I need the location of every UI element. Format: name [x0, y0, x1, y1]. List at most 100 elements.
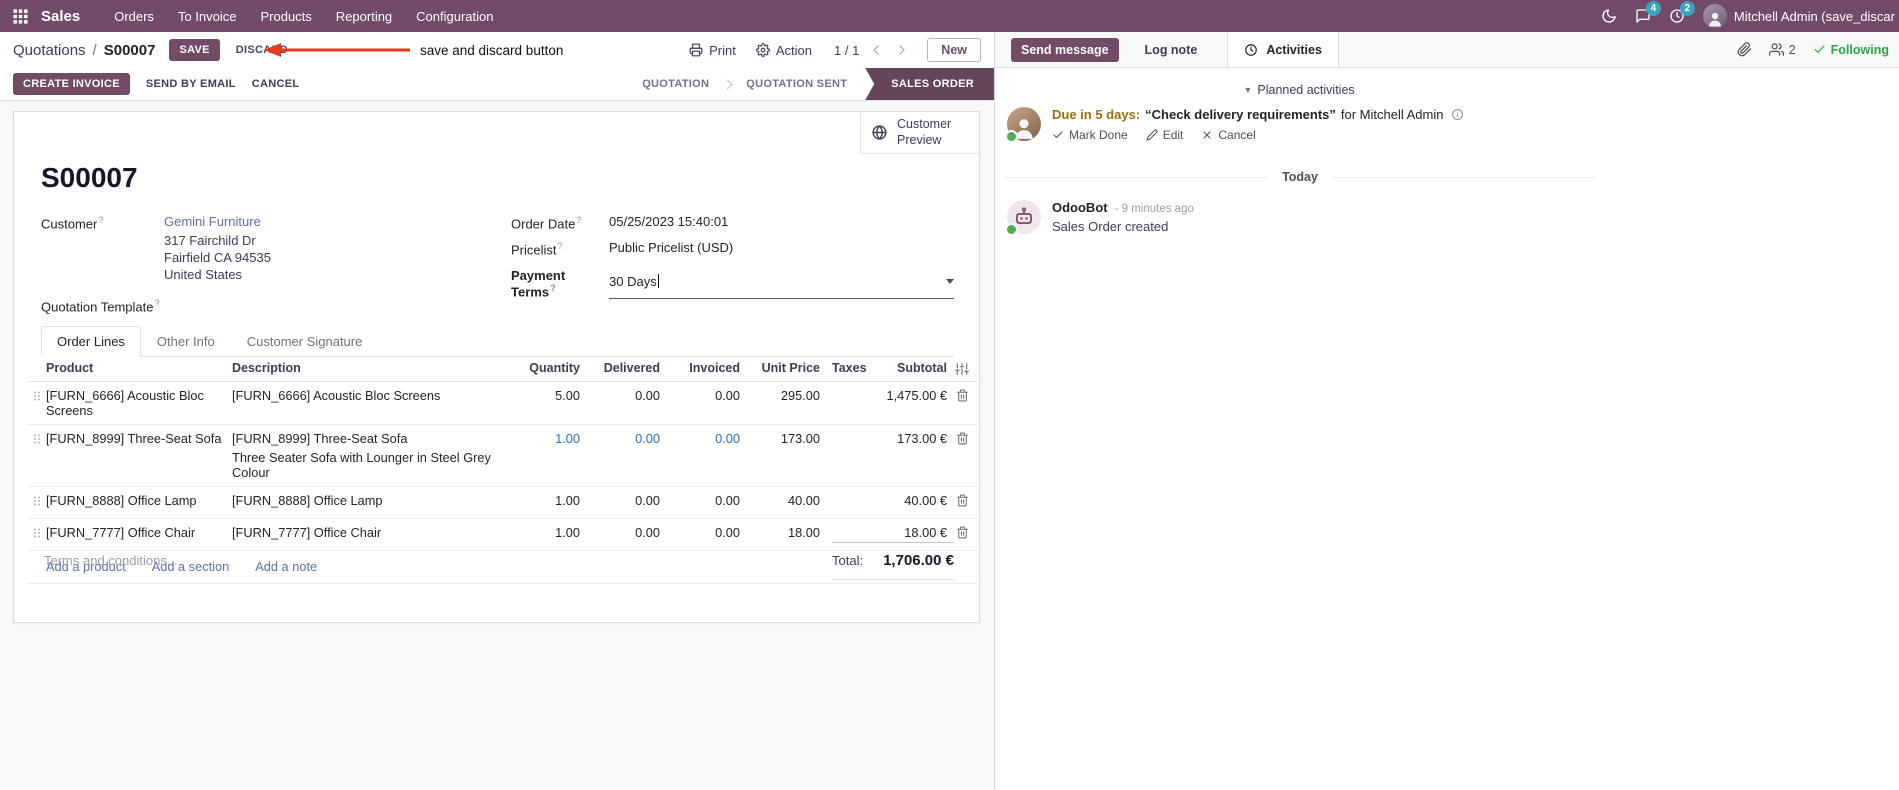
attachments-button[interactable]: [1737, 42, 1752, 57]
followers-count: 2: [1788, 42, 1796, 57]
cell-invoiced[interactable]: 0.00: [660, 525, 740, 540]
mark-done-button[interactable]: Mark Done: [1052, 128, 1128, 142]
header-taxes[interactable]: Taxes: [820, 361, 867, 375]
apps-menu-button[interactable]: [10, 8, 37, 25]
tab-other-info[interactable]: Other Info: [141, 326, 231, 357]
pager-next-button[interactable]: [893, 42, 911, 58]
cell-quantity[interactable]: 5.00: [517, 388, 580, 403]
field-hint-icon: ?: [154, 298, 160, 309]
cell-description[interactable]: [FURN_8999] Three-Seat Sofa Three Seater…: [232, 431, 517, 480]
state-quotation[interactable]: QUOTATION: [628, 68, 723, 100]
menu-configuration[interactable]: Configuration: [404, 0, 505, 32]
user-menu[interactable]: Mitchell Admin (save_discar: [1702, 4, 1895, 28]
cell-product[interactable]: [FURN_8999] Three-Seat Sofa: [46, 431, 232, 446]
cell-unit-price[interactable]: 18.00: [740, 525, 820, 540]
cell-invoiced[interactable]: 0.00: [660, 431, 740, 446]
messages-menu-button[interactable]: 4: [1635, 1, 1661, 24]
save-button[interactable]: SAVE: [169, 39, 220, 61]
breadcrumb-quotations[interactable]: Quotations: [13, 42, 86, 59]
cell-quantity[interactable]: 1.00: [517, 431, 580, 446]
new-button[interactable]: New: [927, 38, 981, 62]
cancel-activity-button[interactable]: Cancel: [1201, 128, 1256, 142]
app-name[interactable]: Sales: [41, 8, 80, 25]
action-button[interactable]: Action: [750, 39, 818, 62]
payment-terms-input[interactable]: 30 Days: [609, 267, 954, 299]
activities-tab[interactable]: Activities: [1227, 32, 1339, 67]
cell-invoiced[interactable]: 0.00: [660, 388, 740, 403]
menu-products[interactable]: Products: [248, 0, 323, 32]
cell-unit-price[interactable]: 295.00: [740, 388, 820, 403]
send-message-button[interactable]: Send message: [1011, 37, 1119, 62]
cell-unit-price[interactable]: 173.00: [740, 431, 820, 446]
cell-delivered[interactable]: 0.00: [580, 493, 660, 508]
drag-handle-icon[interactable]: [28, 388, 46, 402]
pricelist-value[interactable]: Public Pricelist (USD): [609, 240, 733, 257]
delete-row-button[interactable]: [947, 525, 977, 539]
optional-columns-button[interactable]: [947, 361, 977, 376]
drag-handle-icon[interactable]: [28, 431, 46, 445]
header-invoiced[interactable]: Invoiced: [660, 361, 740, 375]
cell-description[interactable]: [FURN_7777] Office Chair: [232, 525, 517, 544]
activities-menu-button[interactable]: 2: [1669, 1, 1695, 24]
cell-delivered[interactable]: 0.00: [580, 525, 660, 540]
discard-button[interactable]: DISCARD: [228, 39, 296, 61]
tab-order-lines[interactable]: Order Lines: [41, 326, 141, 357]
menu-orders[interactable]: Orders: [102, 0, 166, 32]
delete-row-button[interactable]: [947, 493, 977, 507]
customer-preview-button[interactable]: Customer Preview: [860, 112, 979, 155]
edit-activity-button[interactable]: Edit: [1146, 128, 1183, 142]
delete-row-button[interactable]: [947, 431, 977, 445]
header-delivered[interactable]: Delivered: [580, 361, 660, 375]
create-invoice-button[interactable]: CREATE INVOICE: [13, 73, 130, 95]
dark-mode-toggle[interactable]: [1601, 8, 1617, 24]
cell-delivered[interactable]: 0.00: [580, 431, 660, 446]
cell-product[interactable]: [FURN_8888] Office Lamp: [46, 493, 232, 508]
header-unit-price[interactable]: Unit Price: [740, 361, 820, 375]
cell-description[interactable]: [FURN_8888] Office Lamp: [232, 493, 517, 512]
header-description[interactable]: Description: [232, 361, 517, 375]
send-by-email-button[interactable]: SEND BY EMAIL: [146, 78, 236, 90]
header-quantity[interactable]: Quantity: [517, 361, 580, 375]
state-quotation-sent[interactable]: QUOTATION SENT: [732, 68, 861, 100]
cell-delivered[interactable]: 0.00: [580, 388, 660, 403]
pager-previous-button[interactable]: [867, 42, 885, 58]
message-author[interactable]: OdooBot: [1052, 200, 1108, 215]
cancel-order-button[interactable]: CANCEL: [252, 78, 300, 90]
cell-description[interactable]: [FURN_6666] Acoustic Bloc Screens: [232, 388, 517, 407]
form-content: Customer Preview S00007 Customer? Gemini…: [0, 101, 994, 790]
order-date-value[interactable]: 05/25/2023 15:40:01: [609, 214, 728, 231]
menu-to-invoice[interactable]: To Invoice: [166, 0, 249, 32]
table-row[interactable]: [FURN_8999] Three-Seat Sofa [FURN_8999] …: [28, 425, 977, 487]
state-sales-order-active[interactable]: SALES ORDER: [865, 68, 994, 100]
description-main: [FURN_7777] Office Chair: [232, 525, 382, 540]
tab-customer-signature[interactable]: Customer Signature: [231, 326, 379, 357]
header-subtotal[interactable]: Subtotal: [867, 361, 947, 375]
cell-product[interactable]: [FURN_6666] Acoustic Bloc Screens: [46, 388, 232, 418]
drag-handle-icon[interactable]: [28, 493, 46, 507]
following-toggle[interactable]: Following: [1813, 43, 1889, 57]
menu-reporting[interactable]: Reporting: [324, 0, 404, 32]
cell-product[interactable]: [FURN_7777] Office Chair: [46, 525, 232, 540]
drag-handle-icon[interactable]: [28, 525, 46, 539]
print-button[interactable]: Print: [683, 39, 742, 62]
info-icon[interactable]: [1451, 108, 1464, 121]
cell-invoiced[interactable]: 0.00: [660, 493, 740, 508]
header-product[interactable]: Product: [46, 361, 232, 375]
table-row[interactable]: [FURN_8888] Office Lamp [FURN_8888] Offi…: [28, 487, 977, 519]
cell-unit-price[interactable]: 40.00: [740, 493, 820, 508]
planned-activities-toggle[interactable]: ▾ Planned activities: [1005, 83, 1595, 97]
message-timestamp: - 9 minutes ago: [1114, 203, 1194, 215]
description-main: [FURN_8999] Three-Seat Sofa: [232, 431, 408, 446]
dropdown-caret-icon[interactable]: [946, 278, 954, 284]
cell-quantity[interactable]: 1.00: [517, 525, 580, 540]
record-title: S00007: [41, 162, 138, 193]
terms-and-conditions-input[interactable]: Terms and conditions...: [44, 553, 178, 568]
followers-button[interactable]: 2: [1769, 42, 1796, 57]
activity-type-badge: [1005, 130, 1018, 143]
customer-link[interactable]: Gemini Furniture: [164, 214, 261, 229]
cell-quantity[interactable]: 1.00: [517, 493, 580, 508]
delete-row-button[interactable]: [947, 388, 977, 402]
table-row[interactable]: [FURN_6666] Acoustic Bloc Screens [FURN_…: [28, 382, 977, 425]
log-note-button[interactable]: Log note: [1145, 43, 1198, 57]
add-note-link[interactable]: Add a note: [255, 559, 317, 574]
